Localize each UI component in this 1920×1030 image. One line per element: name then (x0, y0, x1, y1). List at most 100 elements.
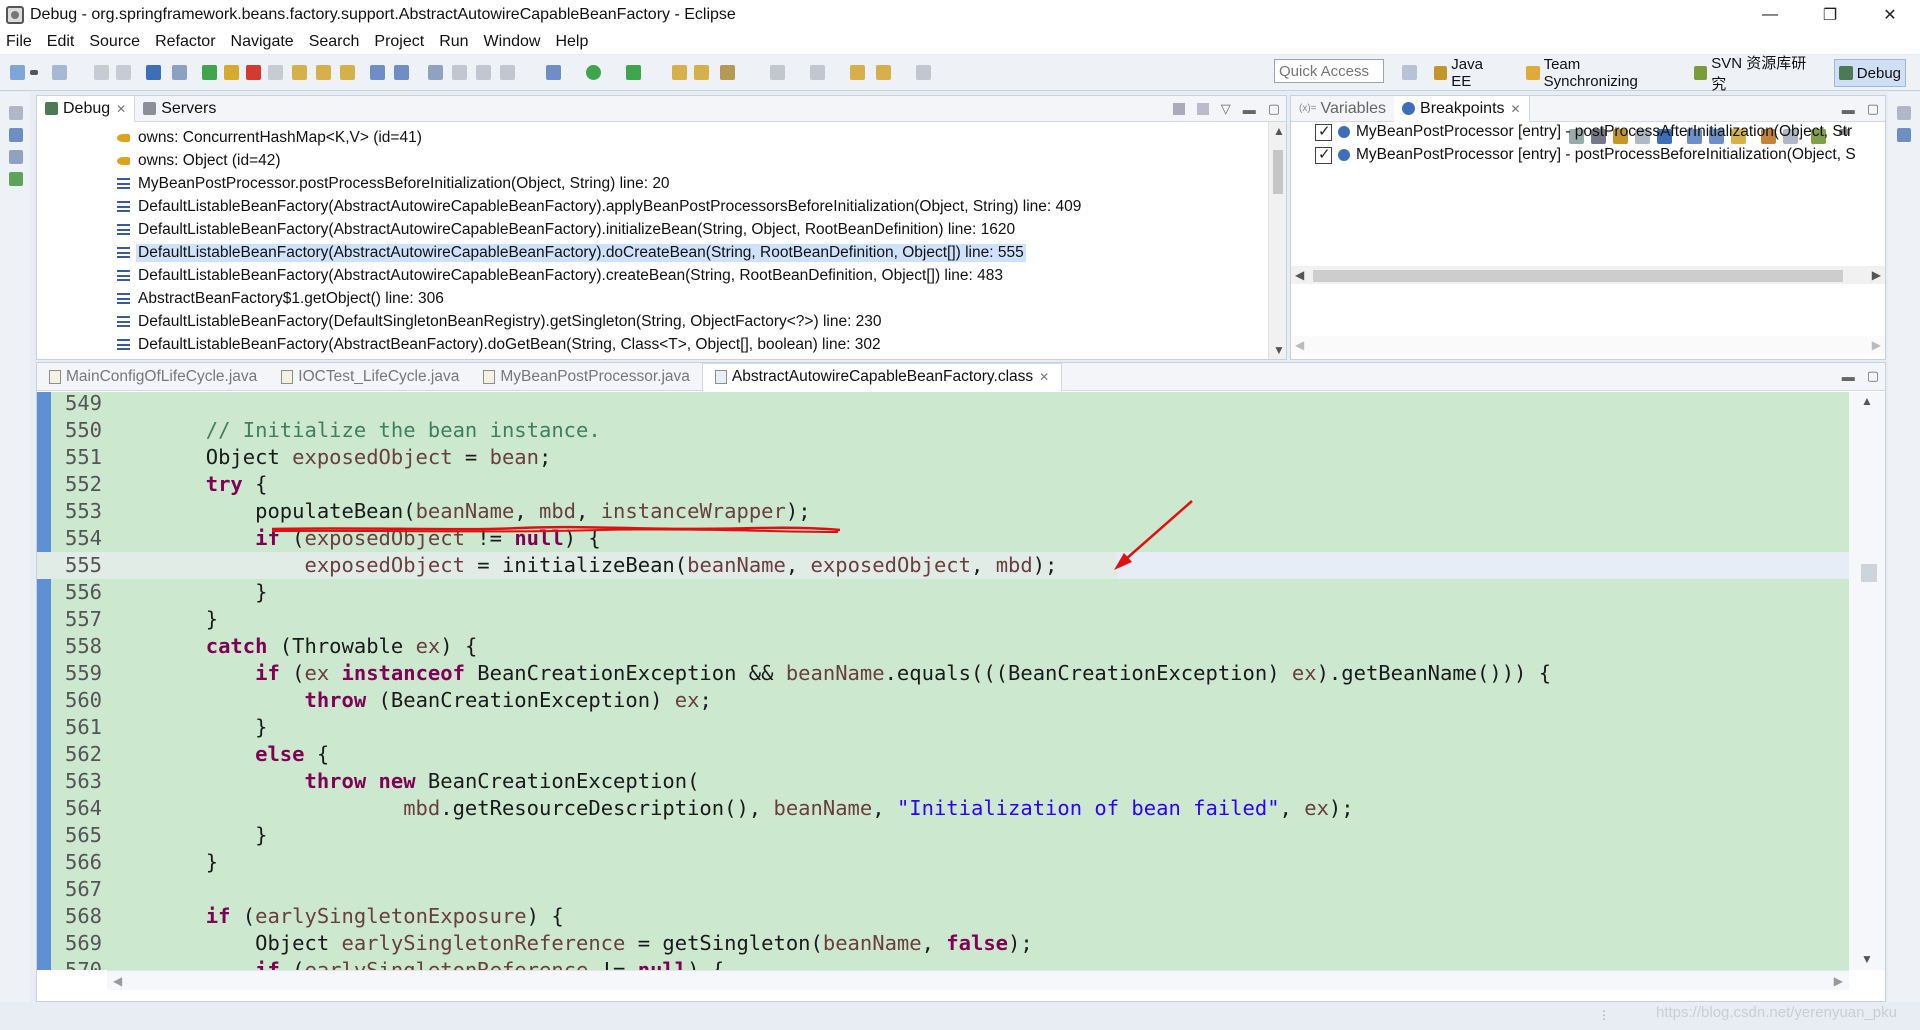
restore-icon[interactable] (9, 106, 23, 120)
tab-variables[interactable]: (x)= Variables (1291, 96, 1394, 122)
minimize-button[interactable]: — (1740, 0, 1800, 30)
stack-row-selected[interactable]: DefaultListableBeanFactory(AbstractAutow… (117, 241, 1266, 264)
minimize-view-icon[interactable]: ▬ (1842, 369, 1855, 384)
scroll-up-arrow-icon[interactable]: ▲ (1273, 124, 1285, 138)
open-folder-icon[interactable] (672, 65, 687, 80)
suspend-icon[interactable] (224, 65, 239, 80)
step-into-icon[interactable] (292, 65, 307, 80)
view-dropdown-icon[interactable]: ▽ (1221, 101, 1231, 117)
scroll-left-arrow-icon[interactable]: ◀ (113, 974, 122, 988)
save-icon[interactable] (94, 65, 109, 80)
code-line[interactable]: 551 Object exposedObject = bean; (37, 444, 1849, 471)
stack-row[interactable]: MyBeanPostProcessor.postProcessBeforeIni… (117, 172, 1266, 195)
quick-access-input[interactable] (1274, 59, 1384, 83)
code-line[interactable]: 549 (37, 392, 1849, 417)
menu-run[interactable]: Run (439, 33, 468, 51)
editor-horizontal-scrollbar[interactable]: ◀ ▶ (107, 970, 1849, 990)
scroll-down-arrow-icon[interactable]: ▼ (1861, 952, 1873, 966)
debug-run-icon[interactable] (546, 65, 561, 80)
restore-button[interactable]: ❐ (1800, 0, 1860, 30)
outline-right-icon[interactable] (1897, 128, 1911, 142)
editor-tab-mainconfig[interactable]: MainConfigOfLifeCycle.java (37, 363, 269, 391)
perspective-svn[interactable]: SVN 资源库研究 (1690, 55, 1820, 93)
maximize-view-icon[interactable]: ▢ (1867, 101, 1879, 117)
breakpoint-item[interactable]: MyBeanPostProcessor [entry] - postProces… (1315, 144, 1856, 166)
open-file-icon[interactable] (694, 65, 709, 80)
code-line[interactable]: 562 else { (37, 741, 1849, 768)
code-editor[interactable]: 549 550 // Initialize the bean instance. 5… (37, 392, 1849, 970)
new-icon[interactable] (10, 65, 25, 80)
breakpoints-details-scrollbar[interactable]: ◀ ▶ (1291, 336, 1885, 354)
code-line[interactable]: 550 // Initialize the bean instance. (37, 417, 1849, 444)
stack-row[interactable]: DefaultListableBeanFactory(AbstractAutow… (117, 264, 1266, 287)
disconnect-icon[interactable] (268, 65, 283, 80)
code-line[interactable]: 567 (37, 876, 1849, 903)
editor-tab-ioctest[interactable]: IOCTest_LifeCycle.java (269, 363, 471, 391)
scroll-right-arrow-icon[interactable]: ▶ (1834, 974, 1843, 988)
search-tool-icon[interactable] (720, 65, 735, 80)
tasks-trim-icon[interactable] (9, 172, 23, 186)
code-line[interactable]: 563 throw new BeanCreationException( (37, 768, 1849, 795)
tab-servers[interactable]: Servers (135, 96, 224, 122)
close-icon[interactable]: ✕ (116, 102, 126, 116)
stack-row[interactable]: owns: ConcurrentHashMap<K,V> (id=41) (117, 126, 1266, 149)
annotation-prev-icon[interactable] (810, 65, 825, 80)
step-over-icon[interactable] (316, 65, 331, 80)
code-line[interactable]: 566 } (37, 849, 1849, 876)
stack-row[interactable]: DefaultListableBeanFactory(AbstractAutow… (117, 195, 1266, 218)
current-code-line[interactable]: 555 exposedObject = initializeBean(beanN… (37, 552, 1849, 579)
minimize-view-icon[interactable]: ▬ (1842, 102, 1855, 117)
scrollbar-thumb[interactable] (1313, 270, 1843, 282)
menu-search[interactable]: Search (309, 33, 360, 51)
code-line[interactable]: 554 if (exposedObject != null) { (37, 525, 1849, 552)
code-line[interactable]: 568 if (earlySingletonExposure) { (37, 903, 1849, 930)
minimize-view-icon[interactable]: ▬ (1243, 102, 1256, 117)
use-step-filters-icon[interactable] (394, 65, 409, 80)
menu-source[interactable]: Source (89, 33, 140, 51)
build-icon[interactable] (452, 65, 467, 80)
stack-row[interactable]: DefaultListableBeanFactory(AbstractAutow… (117, 218, 1266, 241)
annotation-next-icon[interactable] (770, 65, 785, 80)
breakpoint-enabled-checkbox[interactable] (1315, 145, 1332, 164)
close-icon[interactable]: ✕ (1511, 102, 1521, 116)
menu-file[interactable]: File (6, 33, 32, 51)
perspective-java-ee[interactable]: Java EE (1430, 56, 1508, 90)
run-external-icon[interactable] (626, 65, 641, 80)
breakpoint-enabled-checkbox[interactable] (1315, 122, 1332, 141)
menu-refactor[interactable]: Refactor (155, 33, 215, 51)
step-return-icon[interactable] (340, 65, 355, 80)
scroll-right-arrow-icon[interactable]: ▶ (1872, 338, 1881, 352)
code-line[interactable]: 552 try { (37, 471, 1849, 498)
editor-tab-mybeanpostprocessor[interactable]: MyBeanPostProcessor.java (471, 363, 702, 391)
resume-icon[interactable] (202, 65, 217, 80)
code-line[interactable]: 553 populateBean(beanName, mbd, instance… (37, 498, 1849, 525)
code-line[interactable]: 570 if (earlySingletonReference != null)… (37, 957, 1849, 970)
scrollbar-thumb[interactable] (1861, 564, 1877, 582)
code-line[interactable]: 565 } (37, 822, 1849, 849)
scroll-left-arrow-icon[interactable]: ◀ (1295, 268, 1304, 282)
menu-help[interactable]: Help (555, 33, 588, 51)
menu-navigate[interactable]: Navigate (231, 33, 294, 51)
scroll-left-arrow-icon[interactable]: ◀ (1295, 338, 1304, 352)
run-icon[interactable] (586, 65, 601, 80)
view-menu-icon[interactable] (1196, 103, 1209, 115)
terminate-icon[interactable] (246, 65, 261, 80)
open-perspective-icon[interactable] (1402, 65, 1417, 80)
menu-project[interactable]: Project (374, 33, 424, 51)
stack-row[interactable]: DefaultListableBeanFactory(DefaultSingle… (117, 310, 1266, 333)
outline-icon[interactable] (9, 128, 23, 142)
drop-to-frame-icon[interactable] (370, 65, 385, 80)
stack-row[interactable]: owns: Object (id=42) (117, 149, 1266, 172)
code-line[interactable]: 560 throw (BeanCreationException) ex; (37, 687, 1849, 714)
code-line[interactable]: 556 } (37, 579, 1849, 606)
maximize-view-icon[interactable]: ▢ (1867, 368, 1879, 384)
perspective-team-synchronizing[interactable]: Team Synchronizing (1522, 56, 1676, 90)
open-type-icon[interactable] (52, 65, 67, 80)
breakpoints-horizontal-scrollbar[interactable]: ◀ ▶ (1291, 266, 1885, 284)
console-icon[interactable] (146, 65, 161, 80)
external-tools-icon[interactable] (476, 65, 491, 80)
remove-terminated-icon[interactable] (1172, 103, 1185, 115)
scrollbar-thumb[interactable] (1273, 150, 1283, 194)
code-line[interactable]: 564 mbd.getResourceDescription(), beanNa… (37, 795, 1849, 822)
scroll-up-arrow-icon[interactable]: ▲ (1861, 394, 1873, 408)
